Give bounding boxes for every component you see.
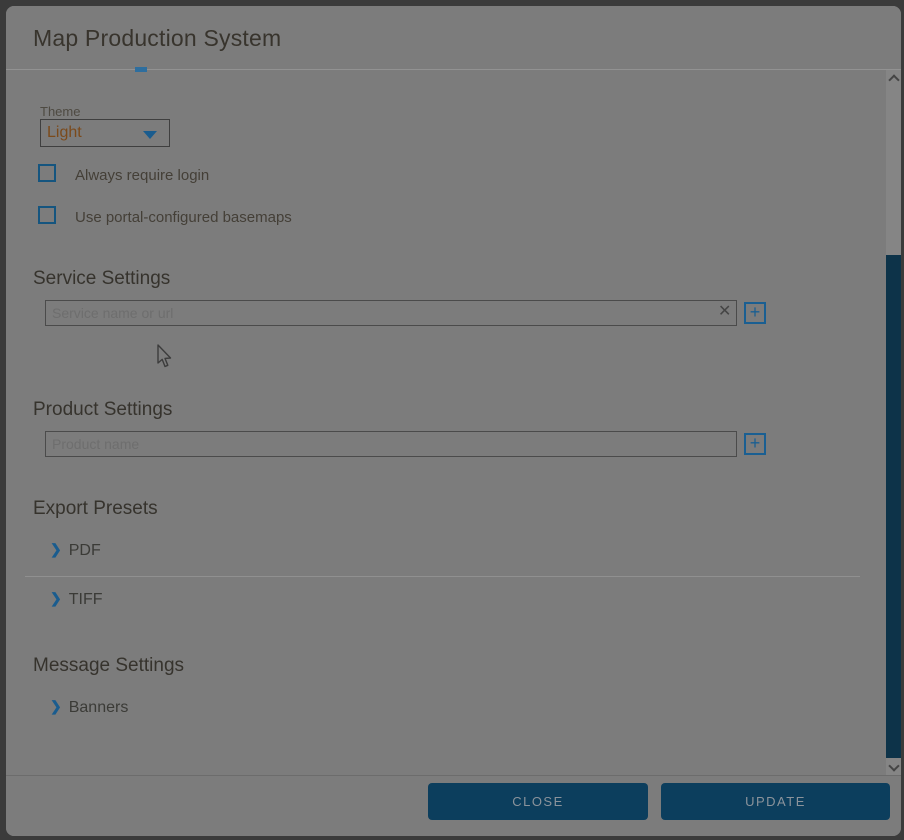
map-production-system-dialog: Map Production System Theme Light Always… bbox=[6, 6, 901, 836]
scroll-down-arrow-icon bbox=[888, 760, 899, 771]
clipped-scrolled-content bbox=[135, 67, 147, 72]
tiff-label: TIFF bbox=[69, 591, 103, 608]
preset-divider bbox=[25, 576, 860, 577]
theme-select[interactable]: Light bbox=[40, 119, 170, 147]
close-button[interactable]: CLOSE bbox=[428, 783, 648, 820]
dialog-title: Map Production System bbox=[33, 25, 281, 52]
banners-label: Banners bbox=[69, 699, 129, 716]
product-settings-heading: Product Settings bbox=[33, 399, 172, 421]
plus-icon: + bbox=[746, 434, 764, 452]
export-presets-heading: Export Presets bbox=[33, 498, 158, 520]
pdf-label: PDF bbox=[69, 542, 101, 559]
message-settings-heading: Message Settings bbox=[33, 655, 184, 677]
chevron-right-icon: ❯ bbox=[50, 590, 62, 606]
scroll-up-button[interactable] bbox=[886, 70, 901, 86]
update-button[interactable]: UPDATE bbox=[661, 783, 890, 820]
caret-down-icon bbox=[143, 131, 157, 139]
service-settings-heading: Service Settings bbox=[33, 268, 170, 290]
theme-label: Theme bbox=[40, 104, 80, 119]
add-product-button[interactable]: + bbox=[744, 433, 766, 455]
portal-basemaps-checkbox[interactable] bbox=[38, 206, 56, 224]
service-name-input[interactable] bbox=[45, 300, 737, 326]
clear-icon[interactable]: ✕ bbox=[718, 304, 731, 320]
export-preset-tiff-row[interactable]: ❯ TIFF bbox=[50, 590, 103, 609]
scroll-up-arrow-icon bbox=[888, 74, 899, 85]
export-preset-pdf-row[interactable]: ❯ PDF bbox=[50, 541, 101, 560]
always-require-login-label: Always require login bbox=[75, 167, 209, 184]
banners-row[interactable]: ❯ Banners bbox=[50, 698, 128, 717]
mouse-cursor-icon bbox=[156, 344, 173, 370]
scrollbar-thumb[interactable] bbox=[886, 255, 901, 758]
vertical-scrollbar[interactable] bbox=[886, 70, 901, 775]
chevron-right-icon: ❯ bbox=[50, 698, 62, 714]
dialog-header: Map Production System bbox=[6, 6, 901, 69]
chevron-right-icon: ❯ bbox=[50, 541, 62, 557]
settings-scroll-area: Theme Light Always require login Use por… bbox=[6, 70, 901, 775]
scroll-down-button[interactable] bbox=[886, 759, 901, 775]
product-name-input[interactable] bbox=[45, 431, 737, 457]
portal-basemaps-label: Use portal-configured basemaps bbox=[75, 209, 292, 226]
plus-icon: + bbox=[746, 303, 764, 321]
theme-select-value: Light bbox=[47, 124, 82, 142]
dialog-footer: CLOSE UPDATE bbox=[6, 776, 901, 836]
add-service-button[interactable]: + bbox=[744, 302, 766, 324]
always-require-login-checkbox[interactable] bbox=[38, 164, 56, 182]
